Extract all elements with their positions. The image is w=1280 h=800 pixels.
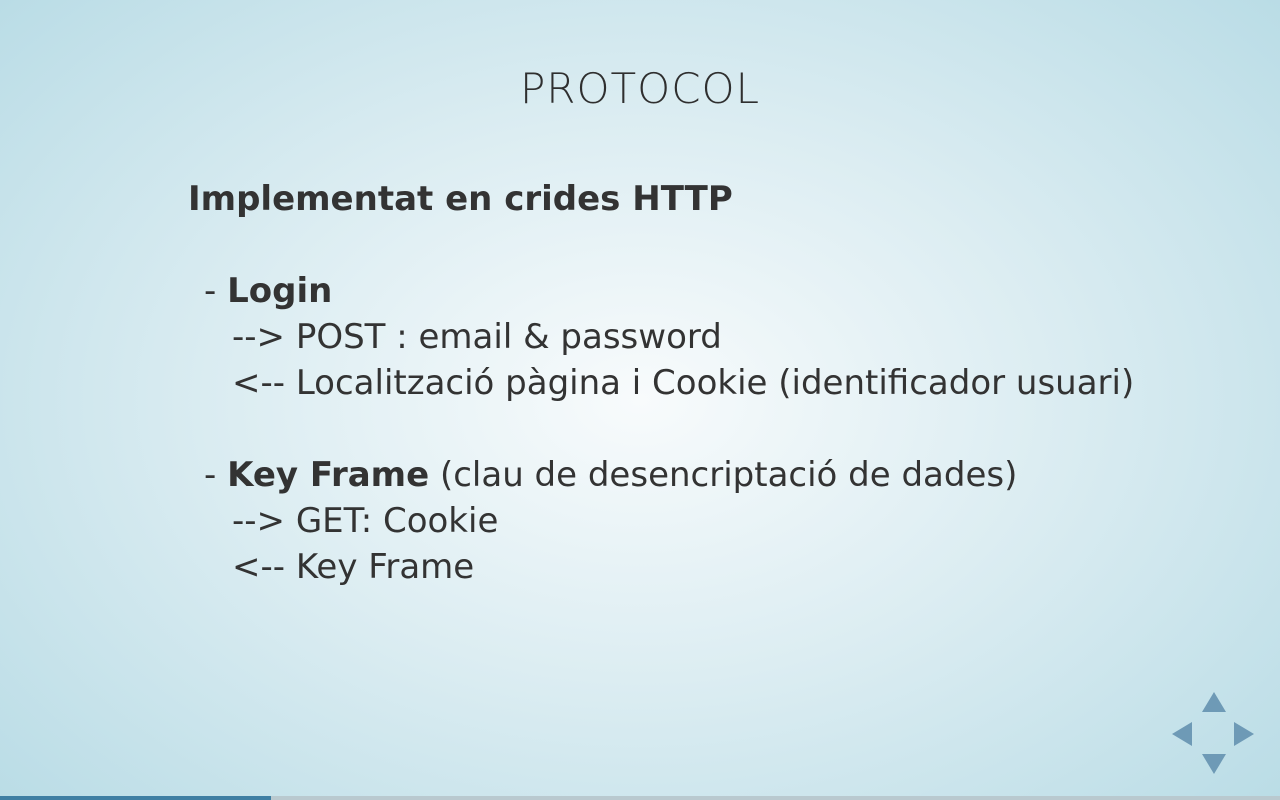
section-login-line-response: <-- Localització pàgina i Cookie (identi…	[232, 363, 1135, 403]
arrow-left-icon[interactable]	[1172, 722, 1192, 746]
slide-content: Implementat en crides HTTP - Login --> P…	[188, 176, 1188, 590]
bullet-prefix: -	[204, 455, 228, 495]
section-keyframe-header: - Key Frame (clau de desencriptació de d…	[188, 452, 1188, 498]
section-login-line-request: --> POST : email & password	[232, 317, 722, 357]
section-login-header: - Login	[188, 268, 1188, 314]
bullet-prefix: -	[204, 271, 228, 311]
section-keyframe-label: Key Frame	[227, 455, 430, 495]
progress-bar-fill	[0, 796, 271, 800]
section-keyframe-line-request: --> GET: Cookie	[232, 501, 499, 541]
section-login-label: Login	[227, 271, 333, 311]
slide-title: PROTOCOL	[519, 64, 761, 113]
slide: PROTOCOL Implementat en crides HTTP - Lo…	[0, 0, 1280, 800]
arrow-down-icon[interactable]	[1202, 754, 1226, 774]
arrow-right-icon[interactable]	[1234, 722, 1254, 746]
section-keyframe-line-response: <-- Key Frame	[232, 547, 475, 587]
slide-heading: Implementat en crides HTTP	[188, 179, 733, 219]
progress-bar[interactable]	[0, 796, 1280, 800]
navigation-controls	[1170, 690, 1258, 778]
arrow-up-icon[interactable]	[1202, 692, 1226, 712]
section-keyframe-suffix: (clau de desencriptació de dades)	[429, 455, 1018, 495]
